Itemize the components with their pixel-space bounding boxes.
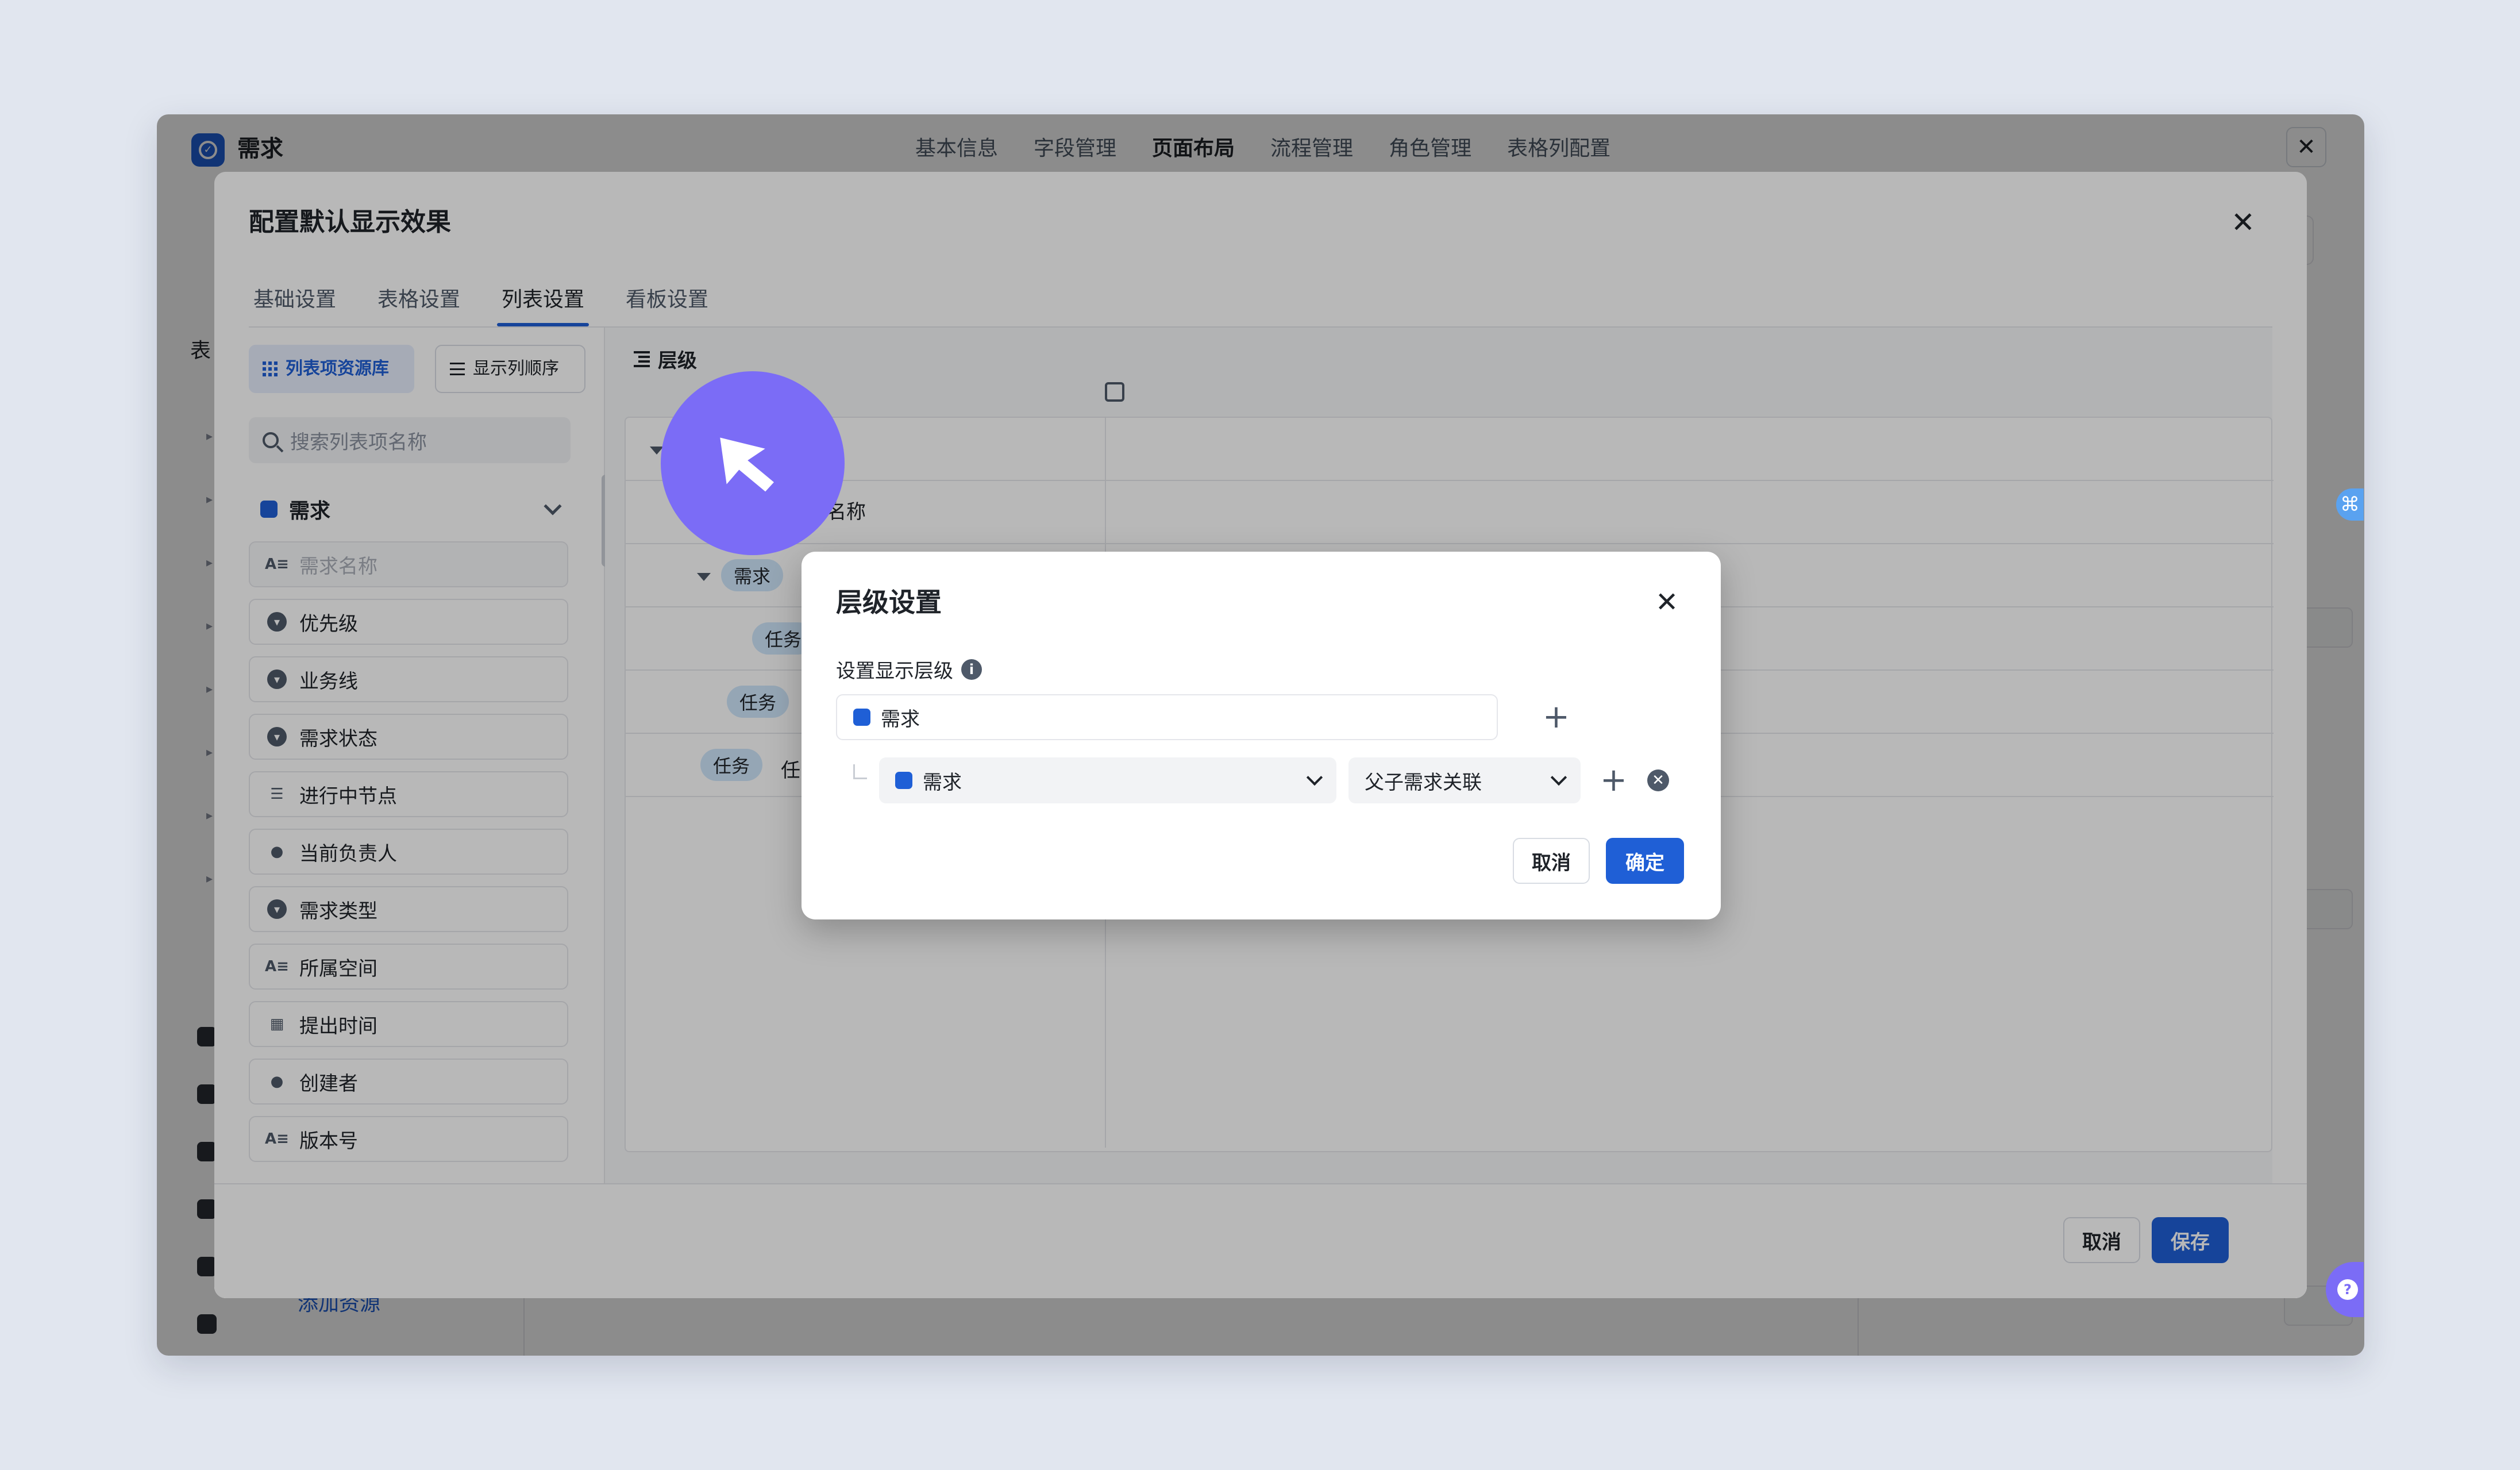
hierarchy-settings-dialog: 层级设置 ✕ 设置显示层级 i 需求 + 需求 父子需求关联 + ✕ 取消 确定 xyxy=(802,552,1721,919)
close-icon: ✕ xyxy=(1655,586,1679,618)
dialog-cancel-button[interactable]: 取消 xyxy=(1513,838,1590,884)
cursor-arrow-icon xyxy=(720,437,774,492)
remove-level-button[interactable]: ✕ xyxy=(1647,769,1669,791)
add-sublevel-button[interactable]: + xyxy=(1600,763,1627,798)
level1-type-value: 需求 xyxy=(881,707,920,731)
story-type-icon xyxy=(895,772,912,789)
command-icon: ⌘ xyxy=(2340,493,2360,516)
command-badge[interactable]: ⌘ xyxy=(2336,488,2364,521)
dialog-confirm-button[interactable]: 确定 xyxy=(1606,838,1684,884)
dialog-title: 层级设置 xyxy=(836,587,942,618)
chevron-down-icon xyxy=(1306,769,1323,786)
tree-connector-icon xyxy=(853,764,867,779)
chevron-down-icon xyxy=(1550,769,1567,786)
add-level-button[interactable]: + xyxy=(1543,700,1570,734)
display-hierarchy-label: 设置显示层级 i xyxy=(836,655,982,683)
plus-icon: + xyxy=(1600,761,1627,799)
level2-type-value: 需求 xyxy=(923,771,962,794)
remove-icon: ✕ xyxy=(1652,772,1664,789)
level2-type-select[interactable]: 需求 xyxy=(879,757,1336,803)
plus-icon: + xyxy=(1543,698,1570,736)
display-hierarchy-text: 设置显示层级 xyxy=(836,660,953,683)
help-icon: ? xyxy=(2337,1279,2358,1300)
level2-relation-select[interactable]: 父子需求关联 xyxy=(1348,757,1581,803)
level1-type-select[interactable]: 需求 xyxy=(836,694,1498,740)
cursor-highlight xyxy=(661,371,845,555)
level2-relation-value: 父子需求关联 xyxy=(1365,771,1482,794)
story-type-icon xyxy=(853,709,870,726)
dialog-close-button[interactable]: ✕ xyxy=(1655,586,1678,618)
info-icon[interactable]: i xyxy=(961,659,982,680)
